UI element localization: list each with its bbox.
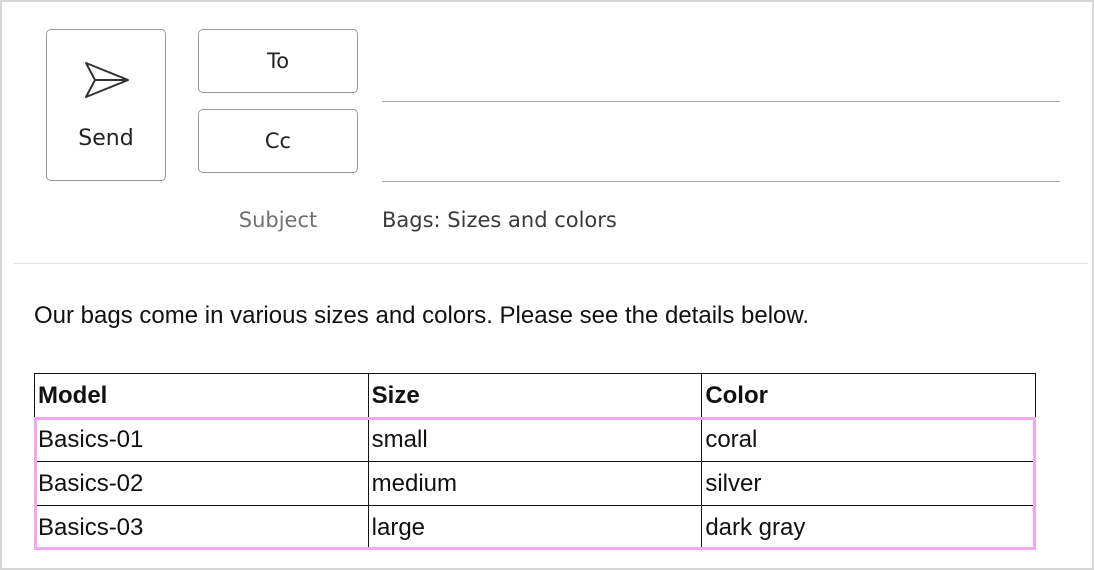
table-cell[interactable]: Basics-01 — [34, 417, 369, 462]
table-cell[interactable]: small — [367, 417, 703, 462]
header-color[interactable]: Color — [701, 373, 1036, 418]
table-row: Basics-02 medium silver — [34, 461, 1036, 506]
email-compose-window: Send To Cc Subject Bags: Sizes and color… — [0, 0, 1094, 570]
header-size[interactable]: Size — [367, 373, 703, 418]
table-header-row: Model Size Color — [34, 373, 1036, 418]
table-cell[interactable]: coral — [701, 417, 1036, 462]
table-cell[interactable]: Basics-02 — [34, 461, 369, 506]
header-model[interactable]: Model — [34, 373, 369, 418]
table-cell[interactable]: dark gray — [701, 505, 1036, 550]
table-cell[interactable]: medium — [367, 461, 703, 506]
to-button[interactable]: To — [198, 29, 358, 93]
message-intro[interactable]: Our bags come in various sizes and color… — [34, 302, 809, 330]
send-button[interactable]: Send — [46, 29, 166, 181]
to-field[interactable] — [382, 62, 1060, 102]
table-row: Basics-01 small coral — [34, 417, 1036, 462]
header-divider — [14, 263, 1088, 264]
cc-button[interactable]: Cc — [198, 109, 358, 173]
bags-table[interactable]: Model Size Color Basics-01 small coral B… — [34, 373, 1036, 550]
subject-label: Subject — [238, 208, 318, 232]
table-cell[interactable]: Basics-03 — [34, 505, 369, 550]
paper-plane-icon — [85, 62, 129, 98]
table-cell[interactable]: silver — [701, 461, 1036, 506]
table-cell[interactable]: large — [367, 505, 703, 550]
table-row: Basics-03 large dark gray — [34, 505, 1036, 550]
cc-field[interactable] — [382, 142, 1060, 182]
subject-field[interactable]: Bags: Sizes and colors — [382, 208, 1060, 232]
send-button-label: Send — [78, 126, 134, 151]
